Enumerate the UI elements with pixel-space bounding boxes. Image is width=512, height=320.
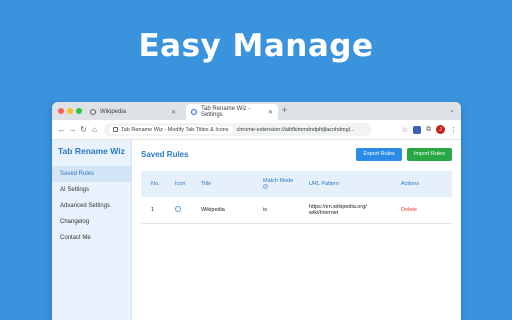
extension-icon (191, 109, 197, 115)
info-icon[interactable]: ? (263, 184, 268, 189)
extensions-puzzle-icon[interactable]: ⧉ (426, 126, 431, 134)
main-header: Saved Rules Export Rules Import Rules (141, 147, 452, 161)
sidebar-item-ai-settings[interactable]: AI Settings (52, 182, 131, 198)
toolbar-actions: ☆ ⧉ J ⋮ (402, 125, 457, 134)
url-pattern-line-2: wiki/Internet (309, 209, 339, 216)
column-header-title: Title (201, 181, 212, 187)
extension-icon[interactable] (413, 125, 421, 134)
tab-settings[interactable]: Tab Rename Wiz - Settings ✕ (186, 104, 278, 120)
row-title: Wikipedia (197, 197, 259, 224)
app-body: Tab Rename Wiz Saved Rules AI Settings A… (52, 140, 461, 320)
site-chip[interactable]: Tab Rename Wiz - Modify Tab Titles & Ico… (109, 125, 233, 134)
sidebar: Tab Rename Wiz Saved Rules AI Settings A… (52, 140, 132, 320)
row-number: 1 (141, 197, 171, 224)
menu-icon[interactable]: ⋮ (450, 126, 457, 134)
page-title: Saved Rules (141, 149, 189, 159)
forward-icon[interactable]: → (67, 125, 78, 134)
star-icon[interactable]: ☆ (402, 126, 408, 134)
close-window-button[interactable] (58, 108, 64, 114)
row-icon-cell (171, 197, 197, 224)
url-text: chrome-extension://aihfkimmdndpfdjlacnhd… (236, 126, 355, 133)
close-icon[interactable]: ✕ (171, 109, 176, 116)
header-buttons: Export Rules Import Rules (356, 147, 452, 161)
import-rules-button[interactable]: Import Rules (406, 147, 452, 161)
row-match-mode: is (259, 197, 305, 224)
chevron-down-icon[interactable]: ⌄ (449, 106, 455, 114)
maximize-window-button[interactable] (76, 108, 82, 114)
row-url-pattern: https://en.wikipedia.org/ wiki/Internet (305, 197, 397, 224)
reload-icon[interactable]: ↻ (78, 125, 89, 134)
puzzle-icon (113, 127, 118, 132)
tab-strip: Wikipedia ✕ Tab Rename Wiz - Settings ✕ … (52, 102, 461, 120)
column-header-no: No. (151, 181, 160, 187)
browser-window: Wikipedia ✕ Tab Rename Wiz - Settings ✕ … (52, 102, 461, 320)
column-header-actions: Actions (401, 181, 420, 187)
hero-title: Easy Manage (138, 28, 374, 64)
sidebar-item-changelog[interactable]: Changelog (52, 214, 131, 230)
globe-icon (175, 205, 181, 212)
back-icon[interactable]: ← (56, 125, 67, 134)
column-header-match-mode: Match Mode ? (259, 171, 305, 197)
browser-toolbar: ← → ↻ ⌂ Tab Rename Wiz - Modify Tab Titl… (52, 120, 461, 140)
new-tab-button[interactable]: + (282, 105, 287, 115)
column-header-url-pattern: URL Pattern (309, 181, 340, 187)
sidebar-item-contact-me[interactable]: Contact Me (52, 230, 131, 246)
address-bar[interactable]: Tab Rename Wiz - Modify Tab Titles & Ico… (104, 123, 372, 136)
sidebar-item-advanced-settings[interactable]: Advanced Settings (52, 198, 131, 214)
rules-table: No. Icon Title Match Mode ? URL Pattern … (141, 171, 452, 224)
avatar[interactable]: J (436, 125, 445, 134)
delete-button[interactable]: Delete (401, 207, 417, 213)
close-icon[interactable]: ✕ (268, 109, 273, 116)
sidebar-item-saved-rules[interactable]: Saved Rules (52, 166, 131, 182)
site-chip-label: Tab Rename Wiz - Modify Tab Titles & Ico… (121, 126, 229, 133)
main-content: Saved Rules Export Rules Import Rules No… (132, 140, 461, 320)
table-row: 1 Wikipedia is https://en.wikipedia.org/… (141, 197, 452, 224)
home-icon[interactable]: ⌂ (89, 125, 100, 134)
export-rules-button[interactable]: Export Rules (356, 147, 402, 161)
column-header-icon: Icon (175, 181, 186, 187)
tab-label: Tab Rename Wiz - Settings (201, 106, 251, 118)
row-actions: Delete (397, 197, 452, 224)
app-brand: Tab Rename Wiz (58, 146, 125, 156)
match-mode-label: Match Mode (263, 178, 294, 184)
globe-icon (90, 109, 96, 115)
minimize-window-button[interactable] (67, 108, 73, 114)
table-header-row: No. Icon Title Match Mode ? URL Pattern … (141, 171, 452, 197)
tab-label: Wikipedia (100, 109, 127, 115)
tab-wikipedia[interactable]: Wikipedia ✕ (85, 104, 181, 120)
